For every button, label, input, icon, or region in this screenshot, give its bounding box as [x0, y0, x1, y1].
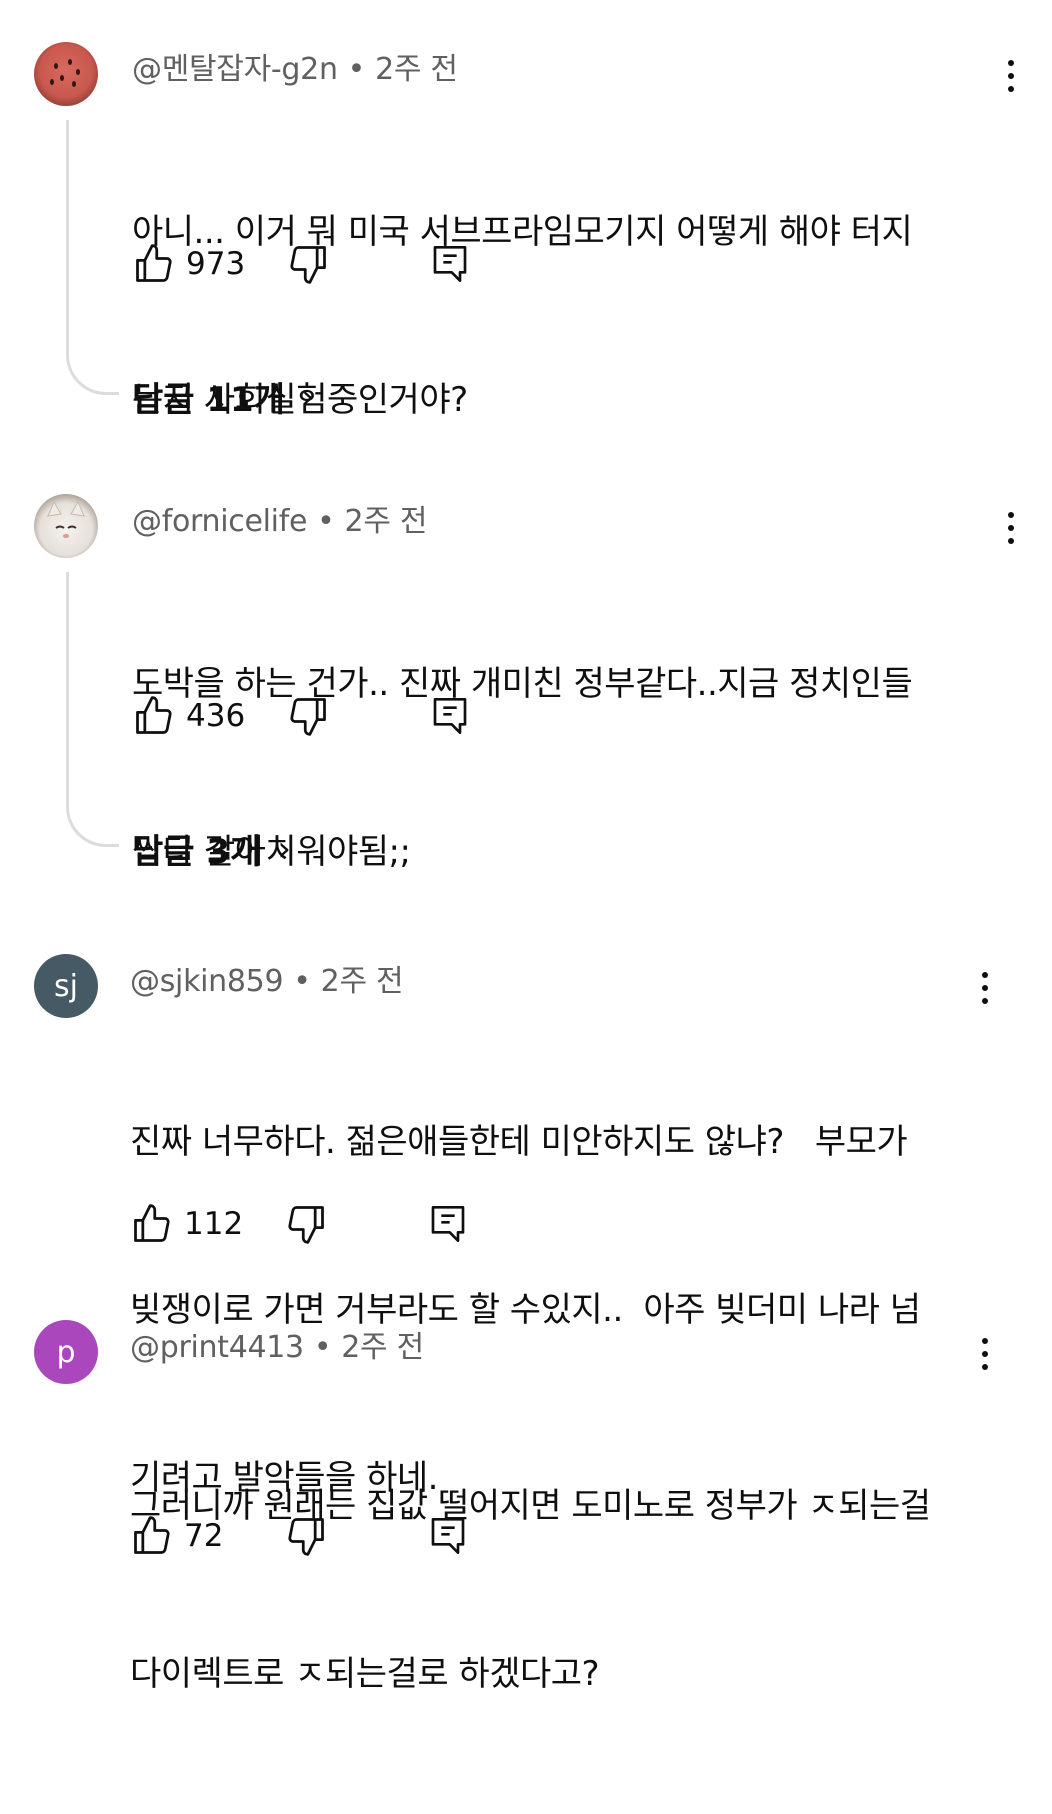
thread-line [66, 572, 119, 847]
like-button[interactable]: 436 [132, 694, 256, 738]
dislike-button[interactable] [284, 1514, 328, 1558]
view-replies-button[interactable]: 답글 11개 › [132, 372, 315, 421]
comment-actions: 112 [130, 1200, 468, 1248]
avatar[interactable] [34, 42, 98, 106]
comment-text: 도박을 하는 건가.. 진짜 개미친 정부같다..지금 정치인들 싹다 갈아치워… [132, 664, 913, 872]
like-count: 436 [186, 698, 246, 734]
comment-meta: @fornicelife • 2주 전 [132, 504, 428, 539]
like-button[interactable]: 973 [132, 242, 256, 286]
comment-actions: 436 [132, 692, 470, 740]
comment-reply-icon [433, 246, 467, 282]
view-replies-button[interactable]: 답글 3개 › [132, 824, 291, 873]
comment-time: 2주 전 [320, 964, 404, 999]
thumbs-down-icon [290, 698, 326, 736]
reply-button[interactable] [430, 242, 470, 286]
more-options-icon[interactable] [996, 508, 1026, 548]
dislike-button[interactable] [286, 694, 330, 738]
replies-label: 답글 3개 [132, 832, 262, 872]
like-count: 72 [184, 1518, 224, 1554]
comment-author[interactable]: @멘탈잡자-g2n [132, 52, 338, 87]
chevron-right-icon: › [301, 376, 315, 417]
comment-reply-icon [431, 1518, 465, 1554]
thread-line [66, 120, 119, 395]
chevron-right-icon: › [277, 828, 291, 869]
like-count: 973 [186, 246, 246, 282]
avatar-initials: p [56, 1334, 76, 1370]
comment-meta: @print4413 • 2주 전 [130, 1330, 424, 1365]
comment-author[interactable]: @fornicelife [132, 504, 307, 539]
more-options-icon[interactable] [996, 56, 1026, 96]
thumbs-down-icon [288, 1206, 324, 1244]
thumbs-up-icon [136, 244, 172, 282]
like-button[interactable]: 72 [130, 1514, 254, 1558]
like-count: 112 [184, 1206, 244, 1242]
avatar-initials: sj [54, 968, 78, 1004]
comment-time: 2주 전 [375, 52, 458, 87]
thumbs-up-icon [136, 696, 172, 734]
thumbs-down-icon [288, 1518, 324, 1556]
thumbs-up-icon [134, 1204, 170, 1242]
avatar[interactable]: sj [34, 954, 98, 1018]
comment-text: 그러니까 원래는 집값 떨어지면 도미노로 정부가 ㅈ되는걸 다이렉트로 ㅈ되는… [130, 1486, 931, 1694]
white-kitten-avatar-icon [47, 500, 85, 538]
comment-reply-icon [431, 1206, 465, 1242]
avatar[interactable]: p [34, 1320, 98, 1384]
dislike-button[interactable] [284, 1202, 328, 1246]
comment-author[interactable]: @print4413 [130, 1330, 304, 1365]
comment-author[interactable]: @sjkin859 [130, 964, 284, 999]
reply-button[interactable] [430, 694, 470, 738]
comment-meta: @sjkin859 • 2주 전 [130, 964, 404, 999]
reply-button[interactable] [428, 1514, 468, 1558]
watermelon-avatar-icon [50, 59, 80, 87]
comment-text: 아니... 이거 뭐 미국 서브프라임모기지 어떻게 해야 터지 는지 사회실험… [132, 212, 913, 420]
dislike-button[interactable] [286, 242, 330, 286]
comment-meta: @멘탈잡자-g2n • 2주 전 [132, 52, 458, 87]
thumbs-up-icon [134, 1516, 170, 1554]
comment-actions: 72 [130, 1512, 468, 1560]
replies-label: 답글 11개 [132, 380, 285, 420]
thumbs-down-icon [290, 246, 326, 284]
comment-time: 2주 전 [341, 1330, 424, 1365]
like-button[interactable]: 112 [130, 1202, 254, 1246]
comment-time: 2주 전 [344, 504, 428, 539]
comment-reply-icon [433, 698, 467, 735]
avatar[interactable] [34, 494, 98, 558]
reply-button[interactable] [428, 1202, 468, 1246]
comment-actions: 973 [132, 240, 470, 288]
